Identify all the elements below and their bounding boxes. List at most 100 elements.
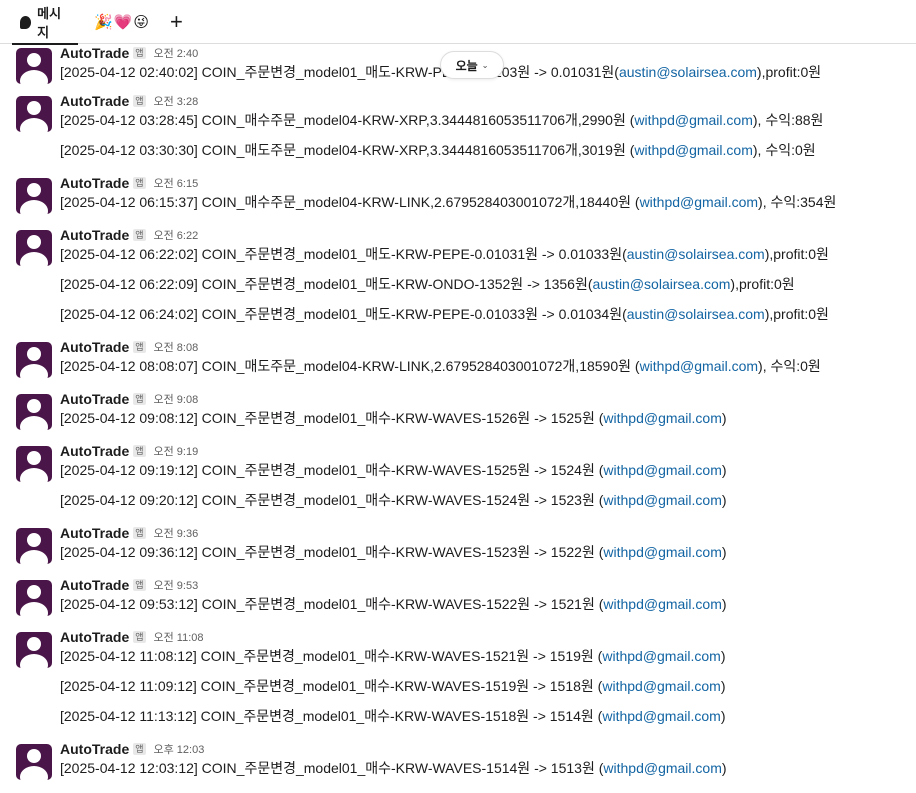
message-body: [2025-04-12 09:36:12] COIN_주문변경_model01_… bbox=[60, 544, 604, 560]
avatar-head bbox=[27, 533, 41, 547]
message-timestamp[interactable]: 오전 3:28 bbox=[154, 93, 199, 109]
message-suffix: ), 수익:0원 bbox=[752, 142, 816, 158]
email-link[interactable]: withpd@gmail.com bbox=[640, 194, 758, 210]
avatar-head bbox=[27, 101, 41, 115]
message-timestamp[interactable]: 오전 11:08 bbox=[154, 629, 204, 645]
message-header: AutoTrade 앱 오전 9:53 bbox=[60, 576, 198, 594]
message-suffix: ),profit:0원 bbox=[756, 64, 822, 80]
email-link[interactable]: withpd@gmail.com bbox=[634, 112, 752, 128]
message-body: [2025-04-12 06:22:09] COIN_주문변경_model01_… bbox=[60, 276, 593, 292]
sender-name[interactable]: AutoTrade bbox=[60, 443, 129, 459]
sender-name[interactable]: AutoTrade bbox=[60, 577, 129, 593]
sender-name[interactable]: AutoTrade bbox=[60, 93, 129, 109]
message-timestamp[interactable]: 오후 12:03 bbox=[154, 741, 205, 757]
message-timestamp[interactable]: 오전 9:36 bbox=[154, 525, 199, 541]
email-link[interactable]: withpd@gmail.com bbox=[602, 648, 720, 664]
message-suffix: ) bbox=[720, 678, 726, 694]
message-timestamp[interactable]: 오전 6:22 bbox=[154, 227, 199, 243]
message-text: [2025-04-12 11:09:12] COIN_주문변경_model01_… bbox=[60, 677, 726, 695]
message-group: AutoTrade 앱 오후 12:03 [2025-04-12 12:03:12] … bbox=[0, 741, 916, 789]
email-link[interactable]: withpd@gmail.com bbox=[603, 760, 721, 776]
email-link[interactable]: austin@solairsea.com bbox=[592, 276, 730, 292]
sender-name[interactable]: AutoTrade bbox=[60, 339, 129, 355]
message-body: [2025-04-12 09:08:12] COIN_주문변경_model01_… bbox=[60, 410, 604, 426]
app-badge: 앱 bbox=[133, 631, 146, 643]
avatar[interactable] bbox=[16, 580, 52, 616]
email-link[interactable]: withpd@gmail.com bbox=[603, 596, 721, 612]
avatar[interactable] bbox=[16, 342, 52, 378]
message-text: [2025-04-12 11:13:12] COIN_주문변경_model01_… bbox=[60, 707, 726, 725]
avatar-head bbox=[27, 637, 41, 651]
avatar-head bbox=[27, 749, 41, 763]
date-divider-today[interactable]: 오늘 ⌄ bbox=[440, 51, 504, 79]
email-link[interactable]: withpd@gmail.com bbox=[603, 492, 721, 508]
email-link[interactable]: withpd@gmail.com bbox=[603, 462, 721, 478]
message-timestamp[interactable]: 오전 6:15 bbox=[154, 175, 199, 191]
avatar[interactable] bbox=[16, 178, 52, 214]
email-link[interactable]: withpd@gmail.com bbox=[640, 358, 758, 374]
avatar-head bbox=[27, 399, 41, 413]
message-body: [2025-04-12 09:53:12] COIN_주문변경_model01_… bbox=[60, 596, 604, 612]
message-suffix: ), 수익:354원 bbox=[758, 194, 837, 210]
message-suffix: ) bbox=[721, 544, 727, 560]
email-link[interactable]: withpd@gmail.com bbox=[603, 544, 721, 560]
email-link[interactable]: austin@solairsea.com bbox=[627, 246, 765, 262]
message-group: AutoTrade 앱 오전 11:08 [2025-04-12 11:08:12] … bbox=[0, 629, 916, 737]
avatar[interactable] bbox=[16, 394, 52, 430]
email-link[interactable]: austin@solairsea.com bbox=[627, 306, 765, 322]
avatar[interactable] bbox=[16, 446, 52, 482]
message-timestamp[interactable]: 오전 9:08 bbox=[154, 391, 199, 407]
sender-name[interactable]: AutoTrade bbox=[60, 45, 129, 61]
message-text: [2025-04-12 12:03:12] COIN_주문변경_model01_… bbox=[60, 759, 727, 777]
app-badge: 앱 bbox=[133, 579, 146, 591]
avatar-body bbox=[20, 766, 48, 780]
avatar[interactable] bbox=[16, 230, 52, 266]
email-link[interactable]: withpd@gmail.com bbox=[634, 142, 752, 158]
sender-name[interactable]: AutoTrade bbox=[60, 741, 129, 757]
date-divider-label: 오늘 bbox=[455, 58, 478, 73]
message-timestamp[interactable]: 오전 8:08 bbox=[154, 339, 199, 355]
message-body: [2025-04-12 06:24:02] COIN_주문변경_model01_… bbox=[60, 306, 627, 322]
avatar[interactable] bbox=[16, 528, 52, 564]
message-header: AutoTrade 앱 오후 12:03 bbox=[60, 740, 204, 758]
message-bubble-icon bbox=[20, 15, 32, 29]
message-timestamp[interactable]: 오전 9:19 bbox=[154, 443, 199, 459]
message-text: [2025-04-12 11:08:12] COIN_주문변경_model01_… bbox=[60, 647, 726, 665]
message-timestamp[interactable]: 오전 2:40 bbox=[154, 45, 199, 61]
message-feed[interactable]: AutoTrade 앱 오전 2:40 [2025-04-12 02:40:02] C… bbox=[0, 44, 916, 793]
message-text: [2025-04-12 09:36:12] COIN_주문변경_model01_… bbox=[60, 543, 727, 561]
message-body: [2025-04-12 09:20:12] COIN_주문변경_model01_… bbox=[60, 492, 604, 508]
email-link[interactable]: withpd@gmail.com bbox=[602, 678, 720, 694]
message-suffix: ),profit:0원 bbox=[764, 246, 829, 262]
sender-name[interactable]: AutoTrade bbox=[60, 391, 129, 407]
add-tab-button[interactable]: + bbox=[170, 0, 183, 44]
tab-emoji[interactable]: 🎉💗😜 bbox=[94, 0, 150, 44]
email-link[interactable]: withpd@gmail.com bbox=[603, 410, 721, 426]
app-badge: 앱 bbox=[133, 527, 146, 539]
email-link[interactable]: austin@solairsea.com bbox=[619, 64, 757, 80]
avatar[interactable] bbox=[16, 48, 52, 84]
message-group: AutoTrade 앱 오전 9:36 [2025-04-12 09:36:12] C… bbox=[0, 525, 916, 573]
sender-name[interactable]: AutoTrade bbox=[60, 227, 129, 243]
avatar[interactable] bbox=[16, 744, 52, 780]
sender-name[interactable]: AutoTrade bbox=[60, 525, 129, 541]
sender-name[interactable]: AutoTrade bbox=[60, 629, 129, 645]
message-group: AutoTrade 앱 오전 9:08 [2025-04-12 09:08:12] C… bbox=[0, 391, 916, 439]
message-suffix: ) bbox=[721, 410, 727, 426]
message-suffix: ) bbox=[721, 596, 727, 612]
sender-name[interactable]: AutoTrade bbox=[60, 175, 129, 191]
message-suffix: ), 수익:88원 bbox=[752, 112, 824, 128]
message-header: AutoTrade 앱 오전 8:08 bbox=[60, 338, 198, 356]
message-timestamp[interactable]: 오전 9:53 bbox=[154, 577, 199, 593]
avatar[interactable] bbox=[16, 632, 52, 668]
avatar-body bbox=[20, 550, 48, 564]
message-body: [2025-04-12 06:22:02] COIN_주문변경_model01_… bbox=[60, 246, 627, 262]
avatar[interactable] bbox=[16, 96, 52, 132]
message-body: [2025-04-12 11:08:12] COIN_주문변경_model01_… bbox=[60, 648, 603, 664]
message-body: [2025-04-12 02:40:02] COIN_주문변경_model01_… bbox=[60, 64, 619, 80]
avatar-body bbox=[20, 602, 48, 616]
app-badge: 앱 bbox=[133, 47, 146, 59]
avatar-head bbox=[27, 235, 41, 249]
tab-messages[interactable]: 메시지 bbox=[12, 0, 78, 45]
email-link[interactable]: withpd@gmail.com bbox=[602, 708, 720, 724]
